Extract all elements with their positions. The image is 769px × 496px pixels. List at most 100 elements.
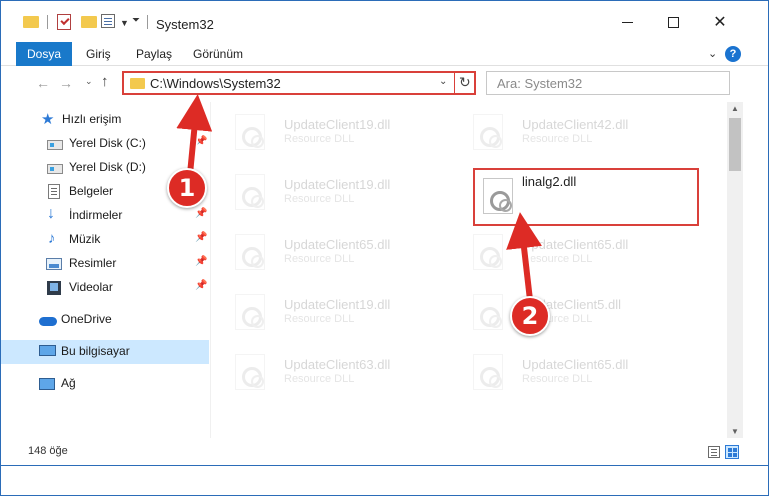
file-type: Resource DLL (284, 253, 355, 265)
file-name: linalg2.dll (522, 174, 577, 189)
tab-home[interactable]: Giriş (86, 42, 111, 66)
separator (147, 15, 148, 29)
dll-file-icon (473, 114, 503, 150)
sidebar-item-label: Hızlı erişim (62, 112, 122, 126)
file-item[interactable]: UpdateClient19.dll Resource DLL (213, 288, 423, 336)
sidebar-item-label: İndirmeler (69, 208, 123, 222)
expand-ribbon-icon[interactable]: ⌄ (708, 47, 717, 60)
back-arrow-icon[interactable]: ← (36, 75, 50, 91)
sidebar-item-videos[interactable]: Videolar 📌 (1, 276, 209, 300)
file-item[interactable]: UpdateClient19.dll Resource DLL (213, 168, 423, 216)
navigation-bar: ← → ⌄ ↑ C:\Windows\System32 ⌄ ↻ Ara: Sys… (1, 68, 768, 98)
pin-icon[interactable]: 📌 (195, 280, 207, 291)
properties-check-icon[interactable] (57, 14, 71, 30)
status-bar: 148 öğe (1, 441, 768, 463)
chevron-down-icon[interactable]: ▼ (120, 18, 129, 28)
video-icon (47, 281, 61, 295)
address-bar[interactable]: C:\Windows\System32 ⌄ ↻ (122, 71, 476, 95)
close-button[interactable]: ✕ (697, 7, 743, 37)
maximize-icon (667, 16, 679, 28)
details-view-icon[interactable] (708, 446, 720, 458)
search-input[interactable]: Ara: System32 (486, 71, 730, 95)
forward-arrow-icon[interactable]: → (59, 75, 73, 91)
sidebar-item-label: Resimler (69, 256, 117, 270)
file-item[interactable]: UpdateClient65.dll Resource DLL (451, 228, 661, 276)
file-name: UpdateClient63.dll (284, 357, 391, 372)
file-item[interactable]: UpdateClient63.dll Resource DLL (213, 348, 423, 396)
tab-file[interactable]: Dosya (16, 42, 72, 66)
file-type: Resource DLL (522, 373, 593, 385)
sidebar-item-label: Belgeler (69, 184, 114, 198)
help-icon[interactable]: ? (725, 46, 741, 62)
tab-share[interactable]: Paylaş (136, 42, 172, 66)
sidebar-item-network[interactable]: Ağ (1, 372, 209, 396)
step-2-badge: 2 (510, 296, 550, 336)
file-item[interactable]: UpdateClient19.dll Resource DLL (213, 108, 423, 156)
file-name: UpdateClient19.dll (284, 117, 391, 132)
scroll-down-icon[interactable]: ▼ (731, 427, 739, 436)
sidebar-item-local-disk-c[interactable]: Yerel Disk (C:) 📌 (1, 132, 209, 156)
pictures-icon (46, 258, 62, 270)
sidebar-item-quick-access[interactable]: ★ Hızlı erişim (1, 108, 209, 132)
dll-file-icon (235, 234, 265, 270)
scroll-thumb[interactable] (729, 118, 741, 171)
pin-icon[interactable]: 📌 (195, 232, 207, 243)
customize-toolbar-icon[interactable]: ⏷ (132, 15, 140, 26)
up-arrow-icon[interactable]: ↑ (101, 73, 109, 90)
dll-file-icon (235, 354, 265, 390)
star-icon: ★ (41, 111, 55, 128)
folder-icon[interactable] (23, 16, 39, 28)
sidebar-item-downloads[interactable]: ↓ İndirmeler 📌 (1, 204, 209, 228)
tab-view[interactable]: Görünüm (193, 42, 243, 66)
address-path[interactable]: C:\Windows\System32 (150, 76, 281, 91)
sidebar-item-label: Yerel Disk (D:) (69, 160, 146, 174)
large-icons-view-icon[interactable] (725, 445, 739, 459)
search-placeholder: Ara: System32 (497, 76, 583, 91)
sidebar-item-this-pc[interactable]: Bu bilgisayar (1, 340, 209, 364)
sidebar-item-label: Bu bilgisayar (61, 344, 130, 358)
maximize-button[interactable] (650, 7, 696, 37)
file-name: UpdateClient65.dll (284, 237, 391, 252)
file-name: UpdateClient65.dll (522, 357, 629, 372)
music-icon: ♪ (48, 230, 56, 247)
new-folder-icon[interactable] (81, 16, 97, 28)
minimize-button[interactable] (604, 7, 650, 37)
sidebar-item-label: OneDrive (61, 312, 112, 326)
navigation-pane: ★ Hızlı erişim Yerel Disk (C:) 📌 Yerel D… (1, 102, 211, 438)
cloud-icon (39, 317, 57, 326)
dll-file-icon (473, 354, 503, 390)
file-name: UpdateClient19.dll (284, 177, 391, 192)
file-item[interactable]: UpdateClient42.dll Resource DLL (451, 108, 661, 156)
refresh-icon[interactable]: ↻ (459, 74, 471, 91)
file-list: UpdateClient19.dll Resource DLL UpdateCl… (213, 102, 726, 438)
view-list-icon[interactable] (101, 14, 115, 28)
sidebar-item-label: Müzik (69, 232, 101, 246)
pin-icon[interactable]: 📌 (195, 256, 207, 267)
title-bar: ▼ ⏷ System32 ✕ (1, 1, 768, 39)
separator (47, 15, 48, 29)
pin-icon[interactable]: 📌 (195, 136, 207, 147)
file-item[interactable]: UpdateClient65.dll Resource DLL (213, 228, 423, 276)
scroll-up-icon[interactable]: ▲ (731, 104, 739, 113)
dll-file-icon (235, 174, 265, 210)
file-item[interactable]: UpdateClient65.dll Resource DLL (451, 348, 661, 396)
pin-icon[interactable]: 📌 (195, 208, 207, 219)
item-count: 148 öğe (28, 445, 68, 457)
highlighted-file-item[interactable]: linalg2.dll (473, 168, 699, 226)
recent-locations-icon[interactable]: ⌄ (85, 76, 93, 87)
sidebar-item-pictures[interactable]: Resimler 📌 (1, 252, 209, 276)
sidebar-item-onedrive[interactable]: OneDrive (1, 308, 209, 332)
sidebar-item-music[interactable]: ♪ Müzik 📌 (1, 228, 209, 252)
window-title: System32 (156, 17, 214, 32)
drive-icon (47, 164, 63, 174)
file-item[interactable]: UpdateClient5.dll Resource DLL (451, 288, 661, 336)
folder-icon (130, 78, 145, 89)
explorer-window: ▼ ⏷ System32 ✕ Dosya Giriş Paylaş Görünü… (0, 0, 769, 496)
file-type: Resource DLL (522, 253, 593, 265)
step-1-badge: 1 (167, 168, 207, 208)
file-name: UpdateClient42.dll (522, 117, 629, 132)
vertical-scrollbar[interactable]: ▲ ▼ (727, 102, 743, 438)
minimize-icon (621, 21, 633, 23)
address-dropdown-icon[interactable]: ⌄ (439, 76, 447, 87)
ribbon: Dosya Giriş Paylaş Görünüm ⌄ ? (1, 42, 768, 66)
